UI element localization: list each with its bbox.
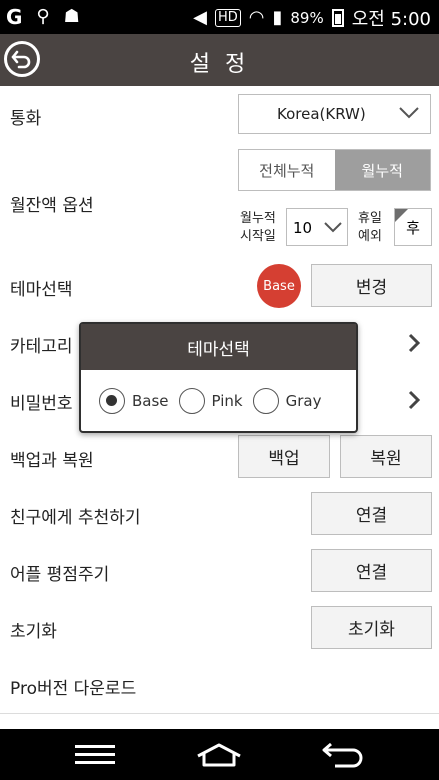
holiday-label-1: 휴일 — [358, 211, 382, 226]
recommend-row: 친구에게 추천하기 연결 — [0, 485, 439, 543]
holiday-exception-value: 후 — [406, 218, 420, 237]
currency-select[interactable]: Korea(KRW) — [238, 94, 431, 134]
status-bar: G ⚲ ☗ ◀ HD ◠ ▮ 89% 오전 5:00 — [0, 0, 439, 34]
android-debug-icon: ☗ — [63, 6, 80, 27]
g-logo-icon: G — [6, 5, 23, 29]
status-right-icons: ◀ HD ◠ ▮ 89% 오전 5:00 — [193, 5, 431, 31]
theme-option-base[interactable]: Base — [99, 388, 169, 414]
theme-option-label: Pink — [211, 392, 243, 410]
holiday-exception-select[interactable]: 후 — [394, 208, 432, 246]
pro-download-label: Pro버전 다운로드 — [10, 679, 137, 699]
start-day-select[interactable]: 10 — [286, 208, 348, 246]
theme-label: 테마선택 — [10, 280, 73, 300]
backup-restore-label: 백업과 복원 — [10, 451, 94, 471]
monthly-balance-label: 월잔액 옵션 — [10, 196, 94, 216]
clock: 오전 5:00 — [351, 9, 431, 30]
recommend-connect-button[interactable]: 연결 — [311, 492, 432, 535]
rate-connect-button[interactable]: 연결 — [311, 549, 432, 592]
wifi-icon: ◠ — [248, 7, 265, 28]
app-bar: 설 정 — [0, 34, 439, 86]
restore-button[interactable]: 복원 — [340, 435, 432, 478]
theme-option-label: Gray — [285, 392, 322, 410]
status-left-icons: G ⚲ ☗ — [6, 6, 80, 28]
home-button[interactable] — [184, 729, 254, 780]
theme-row: 테마선택 Base 변경 — [0, 257, 439, 315]
currency-value: Korea(KRW) — [277, 105, 366, 123]
reset-button[interactable]: 초기화 — [311, 606, 432, 649]
change-theme-button[interactable]: 변경 — [311, 264, 432, 307]
theme-option-label: Base — [132, 392, 169, 410]
menu-icon — [75, 744, 115, 764]
corner-marker-icon — [395, 209, 408, 222]
theme-option-pink[interactable]: Pink — [178, 388, 243, 414]
theme-badge: Base — [257, 264, 301, 308]
mute-icon: ◀ — [193, 7, 207, 28]
usb-icon: ⚲ — [36, 6, 50, 27]
password-label: 비밀번호 — [10, 394, 73, 414]
home-icon — [197, 743, 241, 766]
chevron-right-icon — [408, 390, 421, 410]
radio-empty-icon — [178, 388, 205, 414]
monthly-accumulation-option[interactable]: 월누적 — [334, 150, 430, 190]
accumulation-toggle: 전체누적 월누적 — [238, 149, 431, 191]
battery-icon — [331, 9, 344, 27]
theme-option-gray[interactable]: Gray — [252, 388, 322, 414]
chevron-down-icon — [399, 107, 419, 119]
pro-download-row[interactable]: Pro버전 다운로드 — [0, 656, 439, 714]
reset-label: 초기화 — [10, 622, 57, 642]
reset-row: 초기화 초기화 — [0, 599, 439, 657]
total-accumulation-option[interactable]: 전체누적 — [239, 150, 335, 190]
start-day-label-2: 시작일 — [240, 229, 276, 244]
radio-selected-icon — [99, 388, 125, 414]
start-day-label-1: 월누적 — [240, 211, 276, 226]
page-title: 설 정 — [189, 52, 250, 77]
radio-empty-icon — [252, 388, 279, 414]
battery-percent: 89% — [290, 9, 324, 27]
signal-icon: ▮ — [272, 7, 283, 28]
back-nav-button[interactable] — [308, 729, 378, 780]
chevron-right-icon — [408, 333, 421, 353]
monthly-balance-row: 월잔액 옵션 전체누적 월누적 월누적 시작일 10 휴일 예외 후 — [0, 143, 439, 258]
menu-button[interactable] — [60, 729, 130, 780]
chevron-down-icon — [324, 222, 342, 233]
back-nav-icon — [322, 742, 363, 767]
start-day-value: 10 — [293, 219, 313, 237]
theme-radio-group: Base Pink Gray — [99, 388, 331, 414]
hd-voice-icon: HD — [214, 9, 241, 27]
recommend-label: 친구에게 추천하기 — [10, 508, 141, 528]
holiday-label-2: 예외 — [358, 229, 382, 244]
currency-label: 통화 — [10, 109, 42, 129]
category-label: 카테고리 — [10, 337, 73, 357]
currency-row: 통화 Korea(KRW) — [0, 86, 439, 144]
navigation-bar — [0, 729, 439, 780]
dialog-title: 테마선택 — [81, 324, 356, 370]
rate-app-row: 어플 평점주기 연결 — [0, 542, 439, 600]
backup-restore-row: 백업과 복원 백업 복원 — [0, 428, 439, 486]
theme-select-dialog: 테마선택 Base Pink Gray — [79, 322, 358, 433]
backup-button[interactable]: 백업 — [238, 435, 330, 478]
rate-app-label: 어플 평점주기 — [10, 565, 110, 585]
